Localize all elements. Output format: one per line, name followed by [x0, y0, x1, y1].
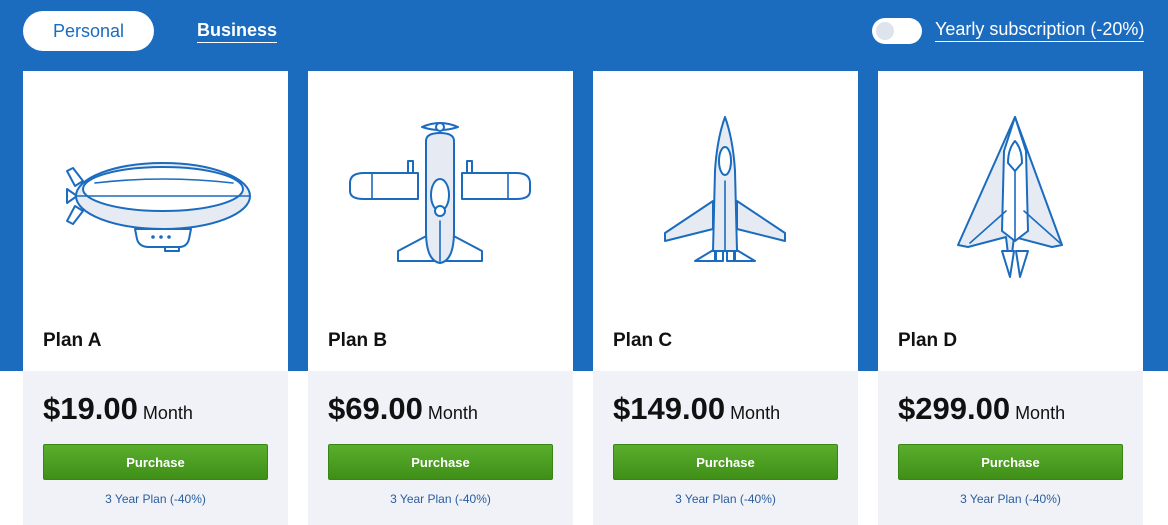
- plan-card-b: Plan B $69.00 Month Purchase 3 Year Plan…: [308, 71, 573, 525]
- plan-card-top: Plan A: [23, 71, 288, 371]
- purchase-button[interactable]: Purchase: [898, 444, 1123, 480]
- plan-card-footer: $149.00 Month Purchase 3 Year Plan (-40%…: [593, 371, 858, 525]
- three-year-plan-link[interactable]: 3 Year Plan (-40%): [23, 492, 288, 506]
- price-amount: $149.00: [613, 391, 726, 426]
- tab-personal[interactable]: Personal: [23, 11, 154, 51]
- plan-card-footer: $19.00 Month Purchase 3 Year Plan (-40%): [23, 371, 288, 525]
- tab-business[interactable]: Business: [197, 20, 278, 43]
- plan-card-d: Plan D $299.00 Month Purchase 3 Year Pla…: [878, 71, 1143, 525]
- plan-name: Plan D: [898, 330, 958, 351]
- price: $149.00 Month: [613, 391, 780, 427]
- three-year-plan-link[interactable]: 3 Year Plan (-40%): [308, 492, 573, 506]
- price-amount: $19.00: [43, 391, 138, 426]
- price-amount: $69.00: [328, 391, 423, 426]
- price: $299.00 Month: [898, 391, 1065, 427]
- toggle-knob: [876, 22, 894, 40]
- plan-name: Plan C: [613, 330, 673, 351]
- purchase-button[interactable]: Purchase: [328, 444, 553, 480]
- price: $19.00 Month: [43, 391, 193, 427]
- plan-name: Plan B: [328, 330, 388, 351]
- three-year-plan-link[interactable]: 3 Year Plan (-40%): [593, 492, 858, 506]
- three-year-plan-link[interactable]: 3 Year Plan (-40%): [878, 492, 1143, 506]
- price: $69.00 Month: [328, 391, 478, 427]
- yearly-toggle[interactable]: [872, 18, 922, 44]
- purchase-button[interactable]: Purchase: [613, 444, 838, 480]
- yearly-subscription-link[interactable]: Yearly subscription (-20%): [935, 19, 1145, 42]
- stealth-jet-icon: [957, 116, 1063, 278]
- price-period: Month: [142, 403, 193, 423]
- fighter-jet-icon: [664, 116, 786, 262]
- plan-card-c: Plan C $149.00 Month Purchase 3 Year Pla…: [593, 71, 858, 525]
- purchase-button[interactable]: Purchase: [43, 444, 268, 480]
- plan-card-footer: $69.00 Month Purchase 3 Year Plan (-40%): [308, 371, 573, 525]
- plan-card-footer: $299.00 Month Purchase 3 Year Plan (-40%…: [878, 371, 1143, 525]
- airship-icon: [66, 162, 251, 252]
- price-amount: $299.00: [898, 391, 1011, 426]
- plan-card-top: Plan B: [308, 71, 573, 371]
- propeller-plane-icon: [349, 122, 531, 264]
- price-period: Month: [427, 403, 478, 423]
- plan-card-top: Plan D: [878, 71, 1143, 371]
- plan-name: Plan A: [43, 330, 102, 351]
- plan-card-a: Plan A $19.00 Month Purchase 3 Year Plan…: [23, 71, 288, 525]
- price-period: Month: [1015, 403, 1066, 423]
- price-period: Month: [730, 403, 781, 423]
- plan-card-top: Plan C: [593, 71, 858, 371]
